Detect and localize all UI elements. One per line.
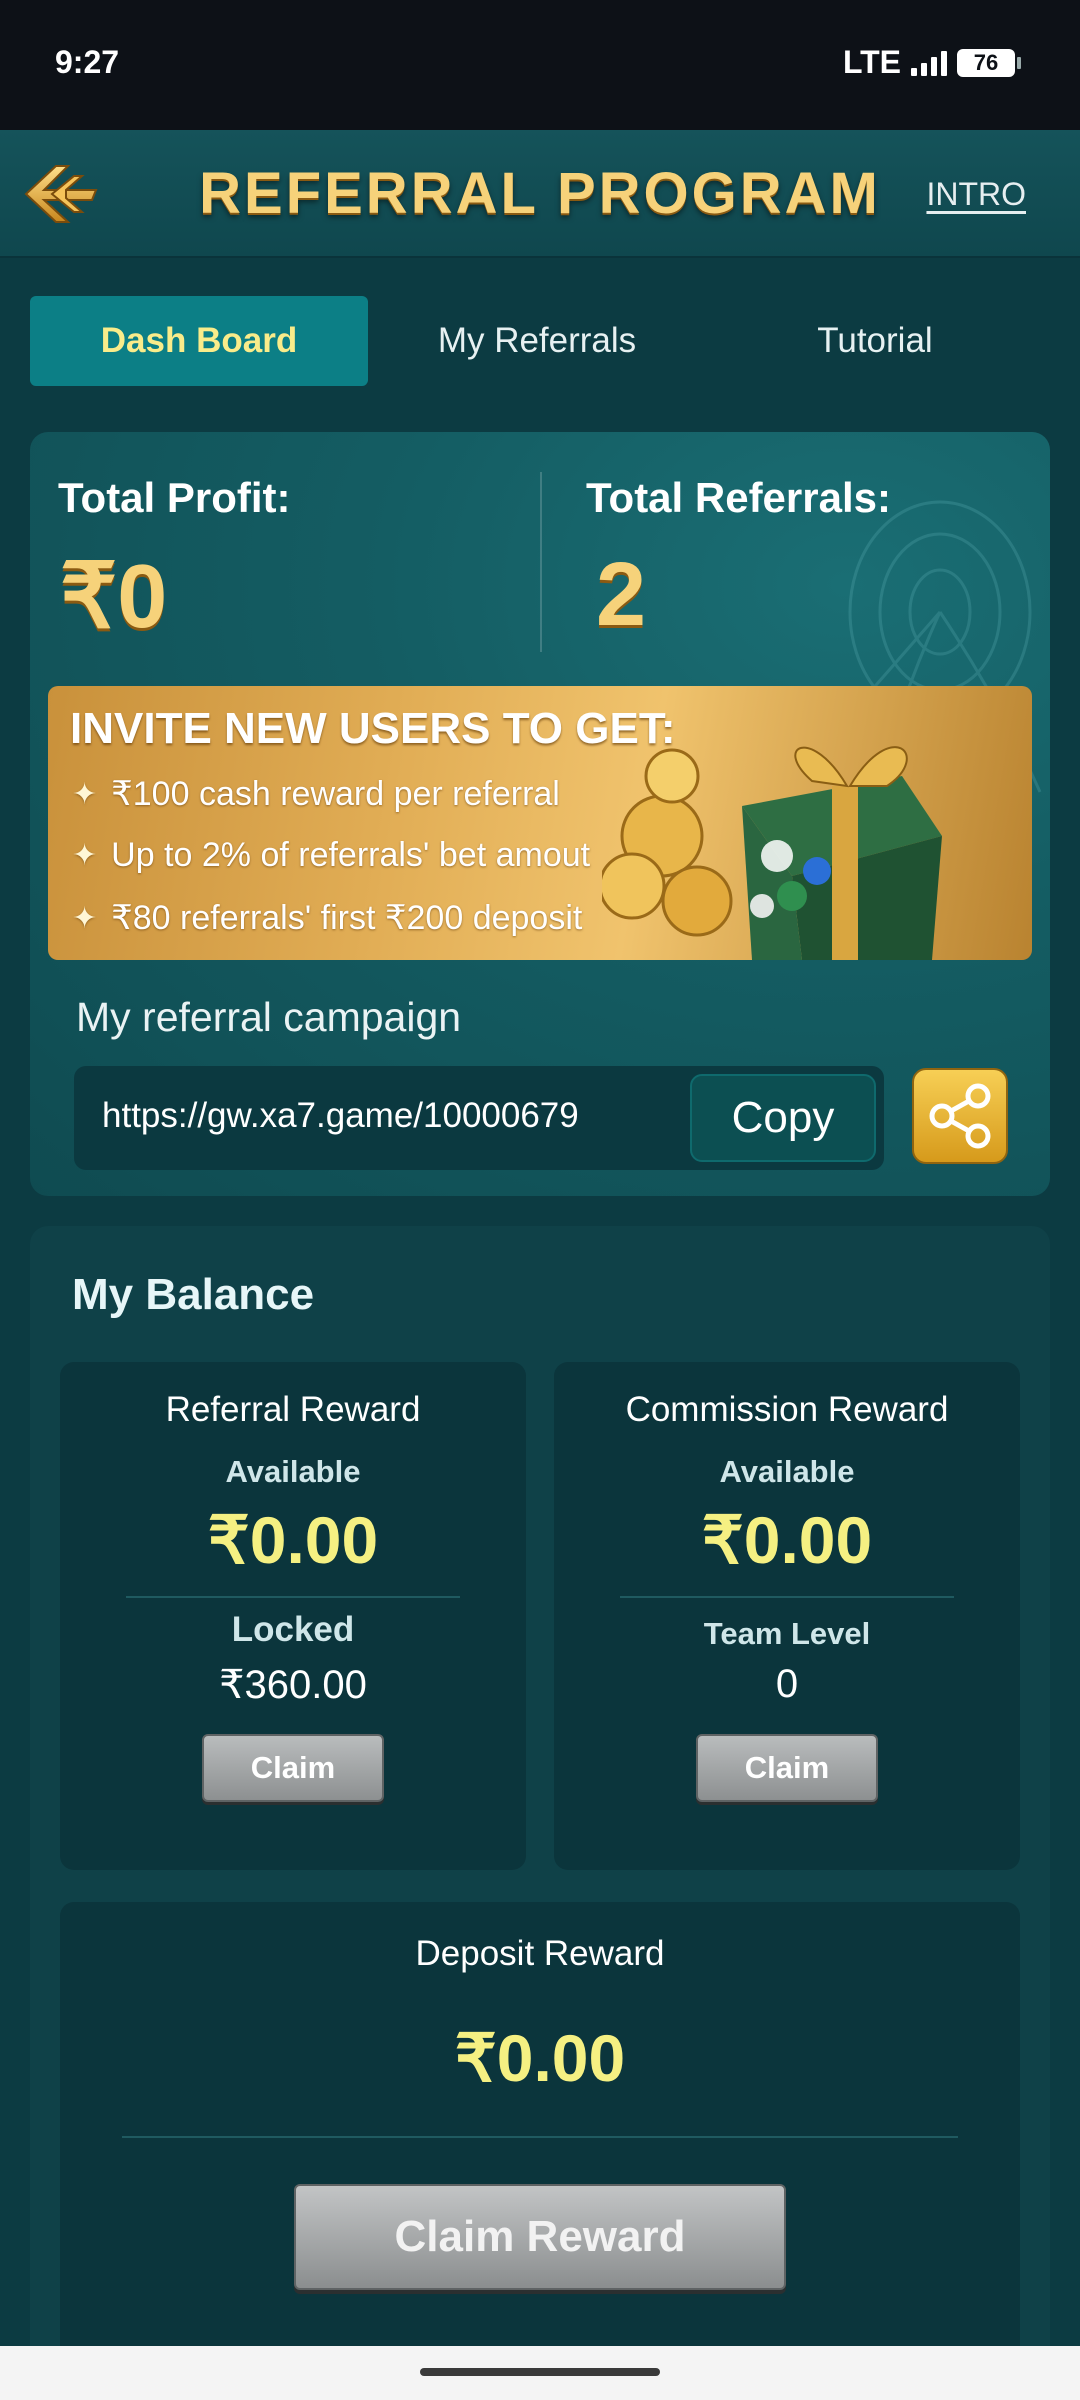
total-profit-label: Total Profit: [58,474,291,521]
status-bar: 9:27 LTE 76 [0,0,1080,130]
sparkle-icon: ✦ [72,777,98,811]
summary-card: Total Profit: ₹0 Total Referrals: 2 INVI… [30,432,1050,1196]
team-level-value: 0 [775,1662,799,1706]
invite-benefit-text: Up to 2% of referrals' bet amout [111,836,591,874]
intro-link[interactable]: INTRO [926,176,1026,213]
divider [620,1596,954,1598]
balance-title: My Balance [72,1270,315,1319]
divider [122,2136,958,2138]
status-time: 9:27 [55,44,120,80]
referral-reward-title: Referral Reward [165,1390,421,1429]
invite-benefit: ✦ ₹100 cash reward per referral [72,774,560,814]
total-referrals-label: Total Referrals: [586,474,891,521]
invite-title: INVITE NEW USERS TO GET: [70,704,676,753]
deposit-reward-box: Deposit Reward ₹0.00 Claim Reward [60,1902,1020,2400]
share-button[interactable] [912,1068,1008,1164]
commission-reward-box: Commission Reward Available ₹0.00 Team L… [554,1362,1020,1870]
tab-tutorial[interactable]: Tutorial [706,296,1044,386]
commission-claim-button[interactable]: Claim [696,1734,878,1802]
total-referrals-value: 2 [596,545,647,645]
signal-icon [911,50,947,76]
home-gesture-handle[interactable] [420,2368,660,2376]
tab-bar: Dash Board My Referrals Tutorial [30,296,1050,388]
balance-card: My Balance Referral Reward Available ₹0.… [30,1226,1050,2400]
available-label: Available [719,1454,855,1489]
tab-dashboard[interactable]: Dash Board [30,296,368,386]
sparkle-icon: ✦ [72,901,98,935]
claim-reward-button[interactable]: Claim Reward [294,2184,786,2290]
campaign-label: My referral campaign [76,994,462,1040]
battery-icon: 76 [957,48,1021,77]
invite-banner: INVITE NEW USERS TO GET: ✦ ₹100 cash rew… [48,686,1032,960]
referral-claim-button[interactable]: Claim [202,1734,384,1802]
invite-benefit: ✦ Up to 2% of referrals' bet amout [72,836,590,875]
deposit-reward-title: Deposit Reward [415,1934,665,1973]
invite-benefit: ✦ ₹80 referrals' first ₹200 deposit [72,898,582,938]
team-level-label: Team Level [703,1616,871,1651]
status-icons: LTE 76 [842,44,1021,81]
referral-available-amount: ₹0.00 [207,1503,379,1577]
sparkle-icon: ✦ [72,839,98,872]
referral-link-box: https://gw.xa7.game/10000679 Copy [74,1066,884,1170]
network-type: LTE [842,44,901,80]
tab-my-referrals[interactable]: My Referrals [368,296,706,386]
system-nav-bar [0,2346,1080,2400]
commission-available-amount: ₹0.00 [701,1503,873,1577]
referral-reward-box: Referral Reward Available ₹0.00 Locked ₹… [60,1362,526,1870]
divider [126,1596,460,1598]
share-icon [929,1083,991,1149]
locked-label: Locked [231,1610,355,1649]
page-title: REFERRAL PROGRAM [199,161,881,226]
invite-benefit-text: ₹80 referrals' first ₹200 deposit [111,899,583,937]
app-header: REFERRAL PROGRAM INTRO [0,130,1080,258]
deposit-reward-amount: ₹0.00 [454,2021,626,2095]
invite-benefit-text: ₹100 cash reward per referral [111,775,560,813]
copy-button[interactable]: Copy [690,1074,876,1162]
available-label: Available [225,1454,361,1489]
stat-divider [540,472,542,652]
referral-link-text[interactable]: https://gw.xa7.game/10000679 [102,1096,579,1136]
total-profit-value: ₹0 [60,547,168,647]
locked-amount: ₹360.00 [219,1663,367,1707]
commission-reward-title: Commission Reward [625,1390,949,1429]
